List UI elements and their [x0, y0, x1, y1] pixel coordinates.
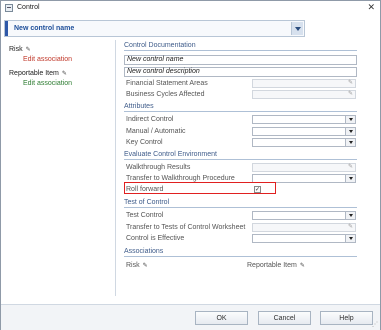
business-cycles-field[interactable]: ✎: [252, 90, 356, 99]
section-divider: [124, 256, 357, 257]
section-attributes: Attributes: [124, 103, 357, 112]
associations-row: Risk ✎ Reportable Item ✎: [126, 262, 358, 271]
test-control-select[interactable]: [252, 211, 356, 220]
dropdown-button[interactable]: [345, 139, 355, 146]
control-name-display: New control name: [14, 25, 75, 32]
section-title: Attributes: [124, 103, 154, 110]
chevron-down-icon: [348, 237, 353, 240]
section-divider: [124, 111, 357, 112]
pin-icon: ✎: [299, 263, 305, 269]
sidebar-risk-label: Risk: [9, 46, 23, 53]
control-dialog: Control ✕ New control name Risk ✎ Edit as…: [0, 0, 381, 330]
section-title: Evaluate Control Environment: [124, 151, 217, 158]
test-control-label: Test Control: [126, 212, 164, 219]
edit-icon: ✎: [347, 164, 353, 170]
manual-automatic-row: Manual / Automatic: [126, 127, 358, 137]
dropdown-button[interactable]: [345, 116, 355, 123]
chevron-down-icon: [348, 130, 353, 133]
association-risk-label: Risk: [126, 262, 140, 269]
chevron-down-icon: [348, 118, 353, 121]
key-control-select[interactable]: [252, 138, 356, 147]
chevron-down-icon: [348, 214, 353, 217]
walkthrough-results-label: Walkthrough Results: [126, 164, 191, 171]
section-divider: [124, 207, 357, 208]
association-reportable: Reportable Item ✎: [247, 262, 305, 269]
control-effective-select[interactable]: [252, 234, 356, 243]
dialog-footer: OK Cancel Help ⋰: [1, 304, 380, 330]
control-description-field[interactable]: New control description: [124, 67, 357, 77]
indirect-control-label: Indirect Control: [126, 116, 174, 123]
business-cycles-label: Business Cycles Affected: [126, 91, 205, 98]
chevron-down-icon: [348, 177, 353, 180]
edit-reportable-association-link[interactable]: Edit association: [23, 80, 72, 87]
dropdown-button[interactable]: [345, 235, 355, 242]
section-divider: [124, 159, 357, 160]
help-button[interactable]: Help: [320, 311, 373, 325]
title-bar: Control ✕: [1, 1, 380, 14]
close-icon[interactable]: ✕: [367, 2, 375, 12]
sidebar-item-reportable: Reportable Item ✎: [9, 70, 67, 77]
section-title: Control Documentation: [124, 42, 196, 49]
chevron-down-icon: [348, 141, 353, 144]
transfer-walkthrough-label: Transfer to Walkthrough Procedure: [126, 175, 235, 182]
dropdown-button[interactable]: [345, 175, 355, 182]
name-dropdown-button[interactable]: [291, 22, 303, 35]
pin-icon: ✎: [25, 47, 31, 53]
ok-button[interactable]: OK: [195, 311, 248, 325]
key-control-label: Key Control: [126, 139, 163, 146]
control-effective-row: Control is Effective: [126, 234, 358, 244]
fs-areas-label: Financial Statement Areas: [126, 80, 208, 87]
chevron-down-icon: [294, 26, 301, 31]
window-title: Control: [17, 4, 40, 11]
transfer-worksheet-label: Transfer to Tests of Control Worksheet: [126, 224, 246, 231]
transfer-worksheet-row: Transfer to Tests of Control Worksheet ✎: [126, 223, 358, 233]
pin-icon: ✎: [61, 71, 67, 77]
fs-areas-row: Financial Statement Areas ✎: [126, 79, 358, 89]
sidebar-reportable-label: Reportable Item: [9, 70, 59, 77]
sidebar-item-risk: Risk ✎: [9, 46, 31, 53]
section-associations: Associations: [124, 248, 357, 257]
control-form: Control Documentation New control name N…: [121, 40, 362, 296]
key-control-row: Key Control: [126, 138, 358, 148]
indirect-control-row: Indirect Control: [126, 115, 358, 125]
business-cycles-row: Business Cycles Affected ✎: [126, 90, 358, 100]
transfer-worksheet-field[interactable]: ✎: [252, 223, 356, 232]
control-effective-label: Control is Effective: [126, 235, 185, 242]
walkthrough-results-row: Walkthrough Results ✎: [126, 163, 358, 173]
edit-icon: ✎: [347, 80, 353, 86]
roll-forward-highlight: [124, 182, 276, 194]
fs-areas-field[interactable]: ✎: [252, 79, 356, 88]
manual-automatic-select[interactable]: [252, 127, 356, 136]
edit-risk-association-link[interactable]: Edit association: [23, 56, 72, 63]
walkthrough-results-field[interactable]: ✎: [252, 163, 356, 172]
resize-grip-icon[interactable]: ⋰: [372, 321, 378, 328]
association-reportable-label: Reportable Item: [247, 262, 297, 269]
test-control-row: Test Control: [126, 211, 358, 221]
dropdown-button[interactable]: [345, 212, 355, 219]
indirect-control-select[interactable]: [252, 115, 356, 124]
association-risk: Risk ✎: [126, 262, 148, 269]
section-test: Test of Control: [124, 199, 357, 208]
section-title: Associations: [124, 248, 164, 255]
edit-icon: ✎: [347, 91, 353, 97]
cancel-button[interactable]: Cancel: [258, 311, 311, 325]
edit-icon: ✎: [347, 224, 353, 230]
section-title: Test of Control: [124, 199, 170, 206]
control-name-bar[interactable]: New control name: [4, 20, 305, 37]
control-name-field[interactable]: New control name: [124, 55, 357, 65]
associations-sidebar: Risk ✎ Edit association Reportable Item ✎ …: [4, 40, 116, 296]
section-evaluate: Evaluate Control Environment: [124, 151, 357, 160]
section-divider: [124, 50, 357, 51]
window-icon: [5, 3, 13, 12]
dropdown-button[interactable]: [345, 128, 355, 135]
pin-icon: ✎: [142, 263, 148, 269]
name-bar-accent: [5, 21, 8, 36]
section-documentation: Control Documentation: [124, 42, 357, 51]
manual-automatic-label: Manual / Automatic: [126, 128, 186, 135]
